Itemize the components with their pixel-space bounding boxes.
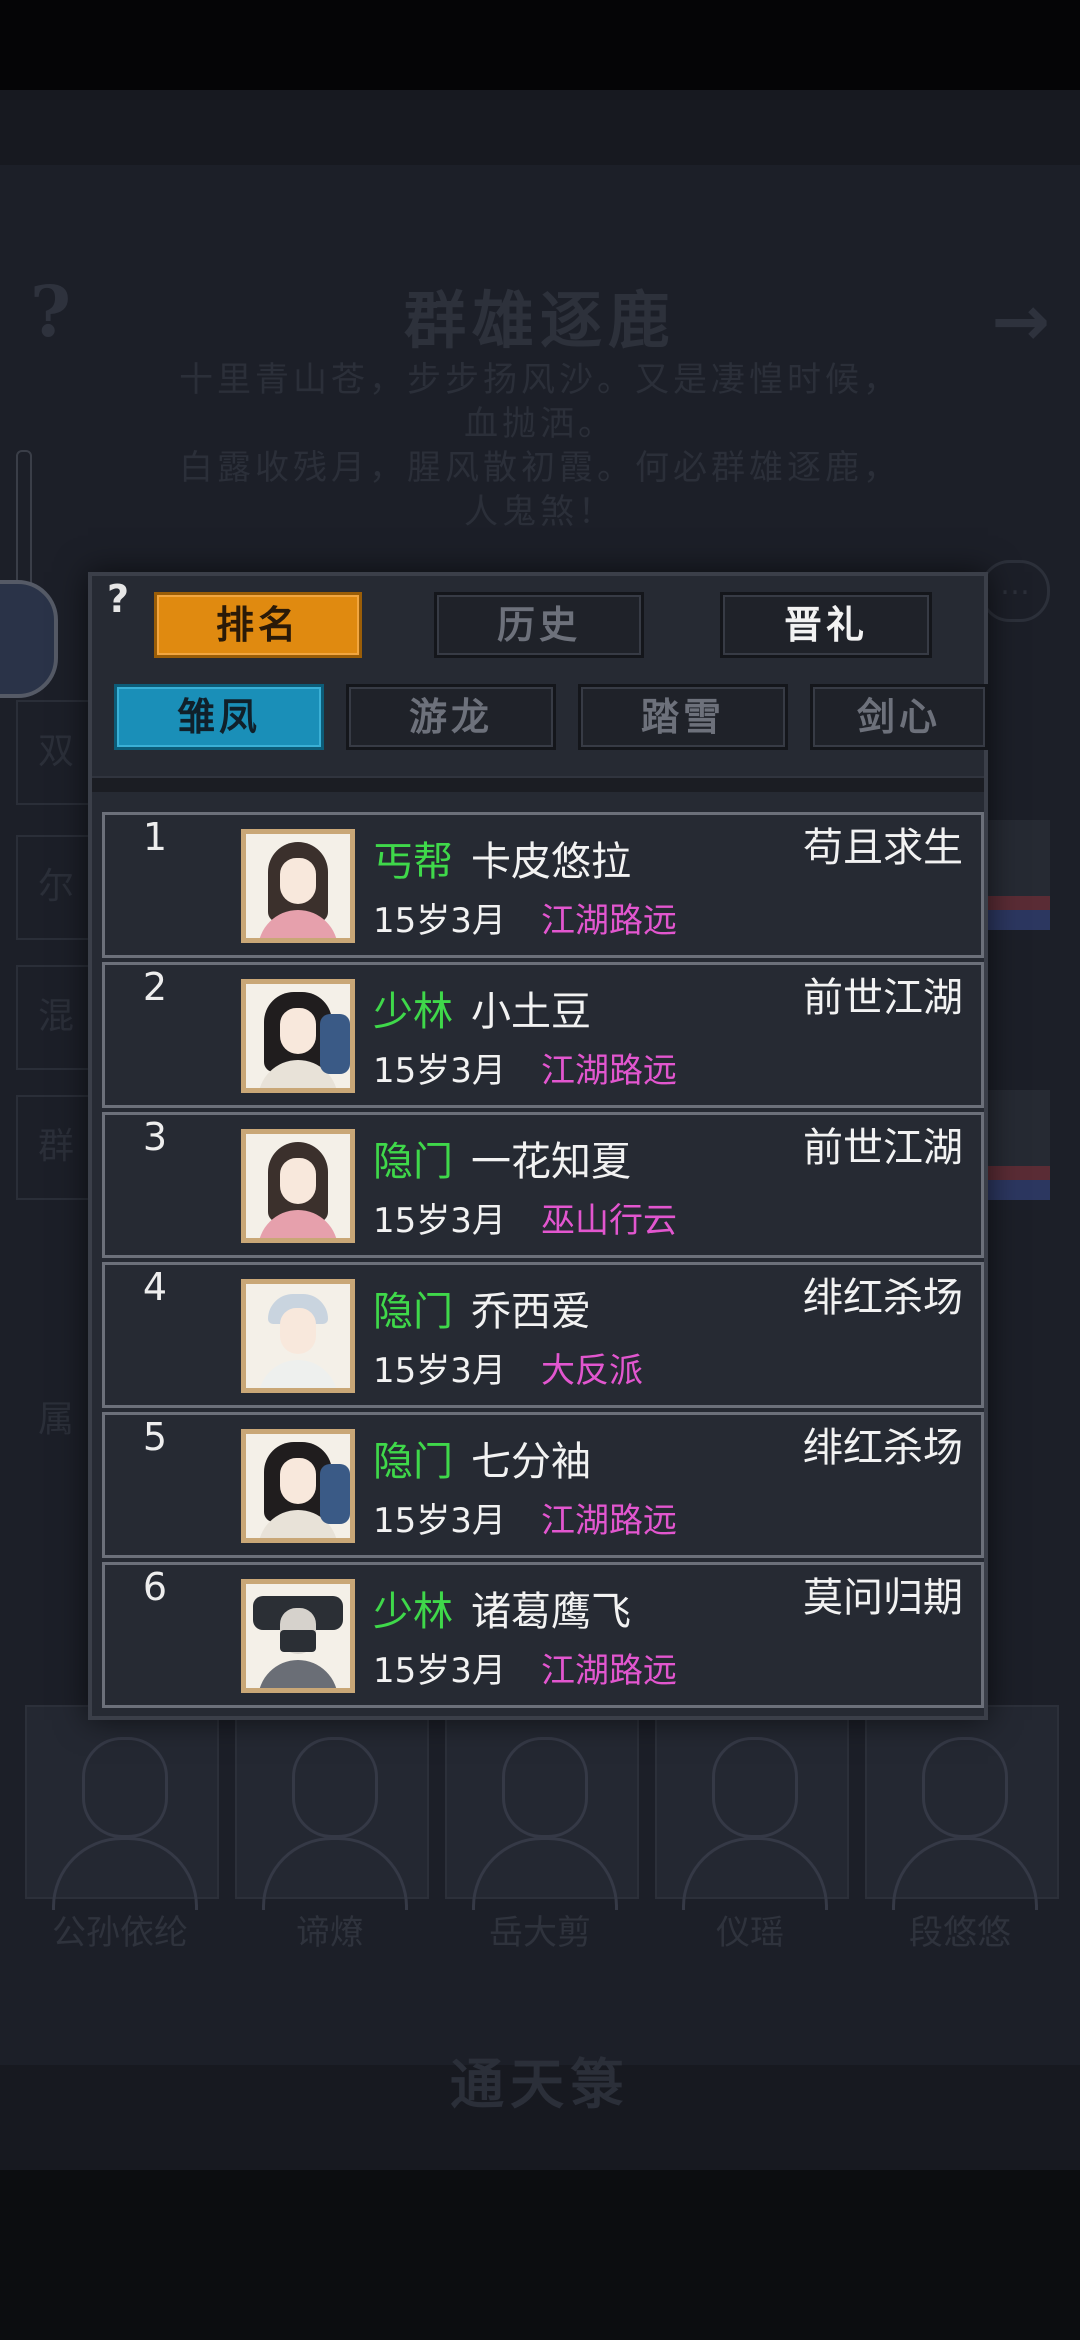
avatar-scholar-icon[interactable] xyxy=(241,1279,355,1393)
background-portrait-name: 谛燎 xyxy=(296,1913,364,1953)
background-attr-label: 属 xyxy=(38,1399,75,1440)
ranking-row[interactable]: 6 少林 诸葛鹰飞 15岁3月 江湖路远 莫问归期 xyxy=(102,1562,984,1708)
server-name: 绯红杀场 xyxy=(803,1275,963,1321)
player-age: 15岁3月 xyxy=(373,1201,506,1241)
player-name: 小土豆 xyxy=(471,989,591,1035)
tab-youlong[interactable]: 游龙 xyxy=(346,684,556,750)
background-portrait xyxy=(25,1705,219,1910)
rank-number: 3 xyxy=(142,1115,168,1159)
sect-label: 隐门 xyxy=(373,1439,453,1485)
guild-name: 巫山行云 xyxy=(541,1201,677,1241)
avatar-lady-icon[interactable] xyxy=(241,829,355,943)
tab-chufeng[interactable]: 雏凤 xyxy=(114,684,324,750)
rank-number: 2 xyxy=(142,965,168,1009)
ranking-list: 1 丐帮 卡皮悠拉 15岁3月 江湖路远 苟且求生 2 少林 小土豆 15岁3月… xyxy=(102,812,988,1712)
background-poem-line: 血抛洒。 xyxy=(464,404,616,444)
server-name: 前世江湖 xyxy=(803,1125,963,1171)
player-name: 七分袖 xyxy=(471,1439,591,1485)
divider xyxy=(92,776,984,792)
background-portraits xyxy=(20,1705,1060,1910)
guild-name: 江湖路远 xyxy=(541,1651,677,1691)
background-poem-line: 十里青山苍，步步扬风沙。又是凄惶时候， xyxy=(179,360,901,400)
ranking-row[interactable]: 4 隐门 乔西爱 15岁3月 大反派 绯红杀场 xyxy=(102,1262,984,1408)
rank-number: 5 xyxy=(142,1415,168,1459)
player-name: 一花知夏 xyxy=(471,1139,631,1185)
navigation-bar-area xyxy=(0,2170,1080,2340)
player-name: 诸葛鹰飞 xyxy=(471,1589,631,1635)
background-portrait-name: 岳大剪 xyxy=(489,1913,591,1953)
background-bottom-title: 通天箓 xyxy=(450,2052,630,2116)
server-name: 莫问归期 xyxy=(803,1575,963,1621)
help-icon[interactable]: ? xyxy=(100,580,136,618)
ranking-dialog: ? 排名 历史 晋礼 雏凤 游龙 踏雪 剑心 1 丐帮 卡皮悠拉 15岁3月 江… xyxy=(88,572,988,1720)
ranking-row[interactable]: 1 丐帮 卡皮悠拉 15岁3月 江湖路远 苟且求生 xyxy=(102,812,984,958)
background-portrait-name: 公孙依纶 xyxy=(52,1913,188,1953)
player-age: 15岁3月 xyxy=(373,1051,506,1091)
player-age: 15岁3月 xyxy=(373,1651,506,1691)
player-age: 15岁3月 xyxy=(373,1501,506,1541)
rank-number: 1 xyxy=(142,815,168,859)
sect-label: 少林 xyxy=(373,989,453,1035)
background-portrait xyxy=(655,1705,849,1910)
tab-jianxin[interactable]: 剑心 xyxy=(810,684,988,750)
player-name: 卡皮悠拉 xyxy=(471,839,631,885)
player-age: 15岁3月 xyxy=(373,1351,506,1391)
tab-ranking[interactable]: 排名 xyxy=(154,592,362,658)
background-portrait xyxy=(235,1705,429,1910)
guild-name: 大反派 xyxy=(541,1351,643,1391)
ranking-row[interactable]: 2 少林 小土豆 15岁3月 江湖路远 前世江湖 xyxy=(102,962,984,1108)
background-slider xyxy=(16,450,32,594)
avatar-lady-icon[interactable] xyxy=(241,1129,355,1243)
background-portrait-name: 段悠悠 xyxy=(909,1913,1011,1953)
avatar-fan-lady-icon[interactable] xyxy=(241,979,355,1093)
player-name: 乔西爱 xyxy=(471,1289,591,1335)
tab-taxue[interactable]: 踏雪 xyxy=(578,684,788,750)
guild-name: 江湖路远 xyxy=(541,1051,677,1091)
sect-label: 隐门 xyxy=(373,1289,453,1335)
player-age: 15岁3月 xyxy=(373,901,506,941)
avatar-masked-icon[interactable] xyxy=(241,1579,355,1693)
sect-label: 少林 xyxy=(373,1589,453,1635)
guild-name: 江湖路远 xyxy=(541,901,677,941)
rank-number: 6 xyxy=(142,1565,168,1609)
background-poem-line: 人鬼煞！ xyxy=(464,492,616,532)
background-poem-line: 白露收残月，腥风散初霞。何必群雄逐鹿， xyxy=(179,448,901,488)
sect-label: 丐帮 xyxy=(373,839,453,885)
background-title: 群雄逐鹿 xyxy=(403,284,676,357)
background-portrait-name: 仪瑶 xyxy=(716,1913,784,1953)
background-portrait xyxy=(445,1705,639,1910)
tab-history[interactable]: 历史 xyxy=(434,592,644,658)
tab-ceremony[interactable]: 晋礼 xyxy=(720,592,932,658)
server-name: 绯红杀场 xyxy=(803,1425,963,1471)
status-bar xyxy=(0,0,1080,90)
rank-number: 4 xyxy=(142,1265,168,1309)
background-portrait xyxy=(865,1705,1059,1910)
server-name: 前世江湖 xyxy=(803,975,963,1021)
guild-name: 江湖路远 xyxy=(541,1501,677,1541)
background-chat-icon: … xyxy=(980,560,1050,622)
background-side-button xyxy=(0,580,58,698)
ranking-row[interactable]: 5 隐门 七分袖 15岁3月 江湖路远 绯红杀场 xyxy=(102,1412,984,1558)
server-name: 苟且求生 xyxy=(803,825,963,871)
ranking-row[interactable]: 3 隐门 一花知夏 15岁3月 巫山行云 前世江湖 xyxy=(102,1112,984,1258)
avatar-fan-lady-icon[interactable] xyxy=(241,1429,355,1543)
sect-label: 隐门 xyxy=(373,1139,453,1185)
